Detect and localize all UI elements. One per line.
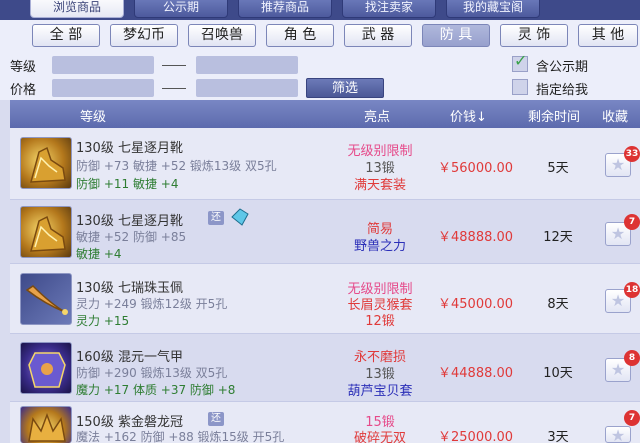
table-row[interactable]: 130级 七瑞珠玉佩 灵力 +249 锻炼12级 开5孔 灵力 +15 无级别限… bbox=[10, 264, 640, 334]
tab-my-treasure[interactable]: 我的藏宝阁 bbox=[446, 0, 540, 18]
boots-icon bbox=[20, 137, 72, 189]
star-icon: ★ bbox=[610, 155, 626, 174]
tab-recommended[interactable]: 推荐商品 bbox=[238, 0, 332, 18]
item-stats-secondary: 防御 +11 敏捷 +4 bbox=[76, 177, 179, 191]
remaining-time: 10天 bbox=[543, 366, 573, 381]
table-row[interactable]: 130级 七星逐月靴 还 敏捷 +52 防御 +85 敏捷 +4 简易 野兽之力… bbox=[10, 200, 640, 264]
category-armor[interactable]: 防 具 bbox=[422, 24, 490, 47]
check-icon: ✓ bbox=[514, 51, 528, 70]
item-stats-primary: 灵力 +249 锻炼12级 开5孔 bbox=[76, 297, 228, 311]
boots-shape bbox=[30, 146, 66, 183]
item-price: ￥48888.00 bbox=[438, 230, 514, 245]
item-name: 130级 七瑞珠玉佩 bbox=[76, 281, 183, 296]
header-level: 等级 bbox=[80, 110, 107, 125]
armor-shape bbox=[28, 352, 66, 388]
star-icon: ★ bbox=[610, 291, 626, 310]
remaining-time: 3天 bbox=[547, 430, 569, 443]
price-min-input[interactable] bbox=[52, 79, 154, 97]
tab-find-seller[interactable]: 找注卖家 bbox=[342, 0, 436, 18]
item-stats-secondary: 魔力 +17 体质 +37 防御 +8 bbox=[76, 383, 236, 397]
level-label: 等级 bbox=[10, 60, 37, 75]
favorite-count-badge: 8 bbox=[624, 350, 640, 366]
pendant-shape bbox=[25, 285, 68, 315]
highlight-line-3: 满天套装 bbox=[353, 178, 406, 193]
item-price: ￥56000.00 bbox=[438, 161, 514, 176]
remaining-time: 5天 bbox=[547, 161, 569, 176]
include-public-label: 含公示期 bbox=[536, 60, 589, 75]
table-row[interactable]: 130级 七星逐月靴 防御 +73 敏捷 +52 锻炼13级 双5孔 防御 +1… bbox=[10, 128, 640, 200]
favorite-count-badge: 7 bbox=[624, 214, 640, 230]
favorite-count-badge: 33 bbox=[624, 146, 640, 162]
star-icon: ★ bbox=[610, 224, 626, 243]
highlight-line-2: 破碎无双 bbox=[353, 431, 406, 443]
price-label: 价格 bbox=[10, 83, 37, 98]
category-weapon[interactable]: 武 器 bbox=[344, 24, 412, 47]
item-stats-primary: 魔法 +162 防御 +88 锻炼15级 开5孔 bbox=[76, 430, 285, 443]
gem-icon bbox=[231, 208, 249, 226]
table-header: 等级 亮点 价钱↓ 剩余时间 收藏 bbox=[10, 100, 640, 128]
crown-icon bbox=[20, 406, 72, 443]
category-currency[interactable]: 梦幻币 bbox=[110, 24, 178, 47]
item-stats-secondary: 敏捷 +4 bbox=[76, 247, 122, 261]
price-range-dash bbox=[162, 88, 186, 89]
boots-icon bbox=[20, 206, 72, 258]
star-icon: ★ bbox=[610, 360, 626, 379]
level-max-input[interactable] bbox=[196, 56, 298, 74]
specify-seller-label: 指定给我 bbox=[536, 83, 589, 98]
item-name: 130级 七星逐月靴 bbox=[76, 141, 183, 156]
price-max-input[interactable] bbox=[196, 79, 298, 97]
top-tab-bar: 浏览商品 公示期 推荐商品 找注卖家 我的藏宝阁 bbox=[0, 0, 640, 20]
specify-seller-checkbox[interactable] bbox=[512, 79, 528, 95]
remaining-time: 8天 bbox=[547, 297, 569, 312]
category-character[interactable]: 角 色 bbox=[266, 24, 334, 47]
header-price[interactable]: 价钱↓ bbox=[450, 106, 487, 125]
sort-desc-icon: ↓ bbox=[476, 110, 487, 125]
item-stats-primary: 防御 +73 敏捷 +52 锻炼13级 双5孔 bbox=[76, 159, 277, 173]
favorite-button[interactable]: ★ bbox=[605, 426, 631, 443]
item-stats-secondary: 灵力 +15 bbox=[76, 314, 130, 328]
boots-shape bbox=[30, 215, 66, 252]
item-price: ￥44888.00 bbox=[438, 366, 514, 381]
header-favorite: 收藏 bbox=[602, 110, 629, 125]
favorite-count-badge: 18 bbox=[624, 282, 640, 298]
item-name: 130级 七星逐月靴 bbox=[76, 214, 183, 229]
category-accessory[interactable]: 灵 饰 bbox=[500, 24, 568, 47]
highlight-line-3: 葫芦宝贝套 bbox=[347, 384, 413, 399]
table-row[interactable]: 150级 紫金磐龙冠 还 魔法 +162 防御 +88 锻炼15级 开5孔 15… bbox=[10, 402, 640, 443]
header-price-label: 价钱 bbox=[450, 110, 477, 125]
star-icon: ★ bbox=[610, 426, 626, 443]
item-stats-primary: 敏捷 +52 防御 +85 bbox=[76, 230, 187, 244]
tab-browse-goods[interactable]: 浏览商品 bbox=[30, 0, 124, 18]
jade-pendant-icon bbox=[20, 273, 72, 325]
level-range-dash bbox=[162, 65, 186, 66]
include-public-checkbox[interactable]: ✓ bbox=[512, 51, 528, 72]
armor-icon bbox=[20, 342, 72, 394]
tab-public-period[interactable]: 公示期 bbox=[134, 0, 228, 18]
item-price: ￥45000.00 bbox=[438, 297, 514, 312]
remaining-time: 12天 bbox=[543, 230, 573, 245]
highlight-line-2: 野兽之力 bbox=[353, 239, 406, 254]
category-all[interactable]: 全 部 bbox=[32, 24, 100, 47]
item-name: 160级 混元一气甲 bbox=[76, 350, 183, 365]
header-remaining-time: 剩余时间 bbox=[528, 110, 581, 125]
filter-button[interactable]: 筛选 bbox=[306, 78, 384, 98]
level-min-input[interactable] bbox=[52, 56, 154, 74]
item-price: ￥25000.00 bbox=[438, 430, 514, 443]
tradable-tag: 还 bbox=[208, 211, 224, 225]
category-bar: 全 部 梦幻币 召唤兽 角 色 武 器 防 具 灵 饰 其 他 bbox=[0, 20, 640, 50]
tradable-tag: 还 bbox=[208, 412, 224, 426]
crown-shape bbox=[28, 412, 66, 442]
item-stats-primary: 防御 +290 锻炼13级 双5孔 bbox=[76, 366, 228, 380]
table-row[interactable]: 160级 混元一气甲 防御 +290 锻炼13级 双5孔 魔力 +17 体质 +… bbox=[10, 334, 640, 402]
favorite-count-badge: 7 bbox=[624, 410, 640, 426]
highlight-line-3: 12锻 bbox=[365, 314, 395, 329]
category-other[interactable]: 其 他 bbox=[578, 24, 638, 47]
header-highlight: 亮点 bbox=[364, 110, 391, 125]
category-summon[interactable]: 召唤兽 bbox=[188, 24, 256, 47]
